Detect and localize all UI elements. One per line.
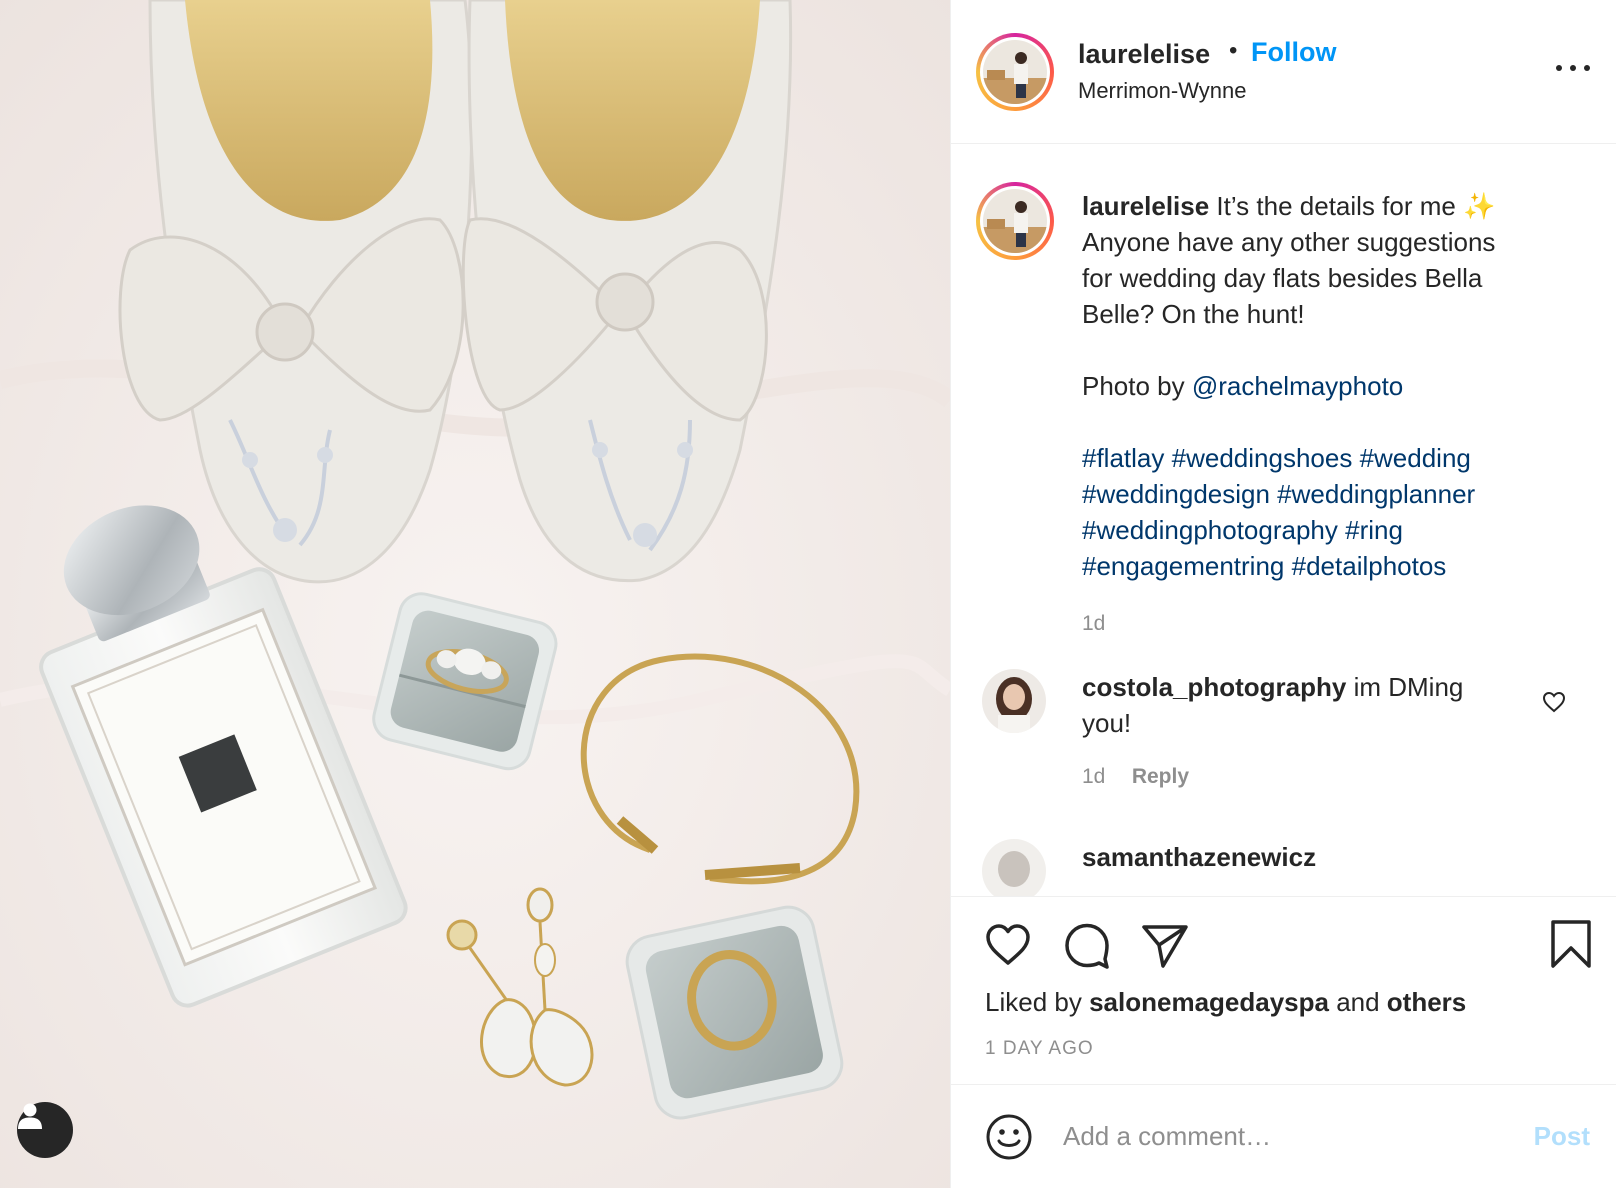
like-icon[interactable] bbox=[985, 923, 1031, 967]
comment-like-icon[interactable] bbox=[1542, 691, 1566, 713]
post-header: laurelelise • Follow Merrimon-Wynne bbox=[951, 0, 1616, 144]
comments-scroll-area[interactable]: laurelelise It’s the details for me ✨ An… bbox=[951, 144, 1616, 896]
share-icon[interactable] bbox=[1141, 923, 1189, 969]
follow-button[interactable]: Follow bbox=[1251, 37, 1336, 68]
user-tag-icon bbox=[18, 1103, 42, 1129]
comment-username[interactable]: costola_photography bbox=[1082, 672, 1346, 702]
hashtag[interactable]: #weddingdesign bbox=[1082, 479, 1270, 509]
comment-item: samanthazenewicz bbox=[951, 839, 1616, 896]
caption-line-1: It’s the details for me ✨ bbox=[1209, 191, 1496, 221]
comment-item: costola_photography im DMing you! 1d Rep… bbox=[951, 669, 1616, 829]
comment-username[interactable]: samanthazenewicz bbox=[1082, 839, 1316, 875]
more-options-icon[interactable] bbox=[1556, 56, 1590, 80]
commenter-avatar[interactable] bbox=[982, 669, 1046, 733]
caption-username[interactable]: laurelelise bbox=[1082, 191, 1209, 221]
liked-others[interactable]: others bbox=[1387, 987, 1466, 1017]
save-icon[interactable] bbox=[1550, 919, 1592, 969]
reply-button[interactable]: Reply bbox=[1132, 765, 1189, 788]
hashtag[interactable]: #weddingplanner bbox=[1277, 479, 1475, 509]
user-tag-button[interactable] bbox=[17, 1102, 73, 1158]
hashtag[interactable]: #detailphotos bbox=[1292, 551, 1447, 581]
instagram-post: laurelelise • Follow Merrimon-Wynne laur… bbox=[0, 0, 1616, 1188]
post-location[interactable]: Merrimon-Wynne bbox=[1078, 78, 1247, 104]
comment-composer: Post bbox=[951, 1084, 1616, 1188]
liked-middle: and bbox=[1328, 987, 1387, 1017]
flatlay-photo bbox=[0, 0, 950, 1188]
hashtag[interactable]: #weddingphotography bbox=[1082, 515, 1338, 545]
caption-avatar-photo bbox=[983, 189, 1047, 253]
hashtag[interactable]: #ring bbox=[1345, 515, 1403, 545]
hashtag[interactable]: #weddingshoes bbox=[1172, 443, 1353, 473]
post-image[interactable] bbox=[0, 0, 950, 1188]
comment-text-line-2: you! bbox=[1082, 708, 1132, 738]
commenter-avatar[interactable] bbox=[982, 839, 1046, 896]
photo-credit-mention[interactable]: @rachelmayphoto bbox=[1192, 371, 1403, 401]
hashtag[interactable]: #wedding bbox=[1360, 443, 1471, 473]
caption-line-3: for wedding day flats besides Bella bbox=[1082, 263, 1483, 293]
comment-timestamp[interactable]: 1d bbox=[1082, 765, 1105, 788]
caption-timestamp[interactable]: 1d bbox=[1082, 606, 1552, 642]
ring-box-2 bbox=[625, 905, 844, 1120]
header-bullet: • bbox=[1229, 37, 1238, 64]
post-caption: laurelelise It’s the details for me ✨ An… bbox=[1082, 188, 1552, 642]
comment-text: im DMing bbox=[1346, 672, 1464, 702]
comment-input[interactable] bbox=[1061, 1107, 1495, 1165]
author-username[interactable]: laurelelise bbox=[1078, 39, 1210, 70]
likes-summary: Liked by salonemagedayspa and others bbox=[985, 987, 1466, 1018]
author-avatar-photo bbox=[983, 40, 1047, 104]
author-avatar[interactable] bbox=[976, 33, 1054, 111]
photo-credit-label: Photo by bbox=[1082, 371, 1192, 401]
caption-line-4: Belle? On the hunt! bbox=[1082, 299, 1305, 329]
comment-icon[interactable] bbox=[1063, 921, 1111, 969]
caption-avatar[interactable] bbox=[976, 182, 1054, 260]
emoji-icon[interactable] bbox=[985, 1113, 1033, 1161]
hashtag[interactable]: #engagementring bbox=[1082, 551, 1284, 581]
post-timestamp[interactable]: 1 DAY AGO bbox=[985, 1038, 1094, 1060]
liked-prefix: Liked by bbox=[985, 987, 1090, 1017]
post-comment-button[interactable]: Post bbox=[1534, 1121, 1590, 1152]
liked-user[interactable]: salonemagedayspa bbox=[1089, 987, 1329, 1017]
post-actions: Liked by salonemagedayspa and others 1 D… bbox=[951, 896, 1616, 1084]
post-sidebar: laurelelise • Follow Merrimon-Wynne laur… bbox=[950, 0, 1616, 1188]
hashtag[interactable]: #flatlay bbox=[1082, 443, 1164, 473]
caption-line-2: Anyone have any other suggestions bbox=[1082, 227, 1496, 257]
